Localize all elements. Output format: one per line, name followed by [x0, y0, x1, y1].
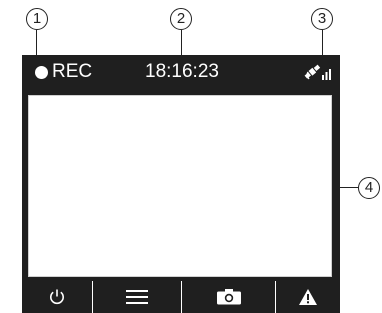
- record-label: REC: [52, 61, 93, 82]
- record-indicator-icon: [35, 66, 48, 79]
- dashcam-screen: REC 18:16:23: [22, 55, 340, 313]
- status-bar: REC 18:16:23: [22, 55, 340, 89]
- warning-icon: [299, 289, 317, 305]
- clock: 18:16:23: [145, 61, 219, 82]
- callout-1: 1: [26, 8, 48, 30]
- emergency-button[interactable]: [276, 281, 340, 313]
- callout-4: 4: [358, 177, 380, 199]
- snapshot-button[interactable]: [182, 281, 275, 313]
- menu-icon: [126, 290, 148, 304]
- callout-3: 3: [311, 8, 333, 30]
- callout-2: 2: [170, 8, 192, 30]
- power-icon: [50, 289, 64, 305]
- gps-signal-icon: [304, 64, 331, 80]
- live-view-area[interactable]: [28, 95, 332, 277]
- menu-button[interactable]: [93, 281, 181, 313]
- camera-icon: [216, 289, 241, 305]
- toolbar: [22, 281, 340, 313]
- power-button[interactable]: [22, 281, 92, 313]
